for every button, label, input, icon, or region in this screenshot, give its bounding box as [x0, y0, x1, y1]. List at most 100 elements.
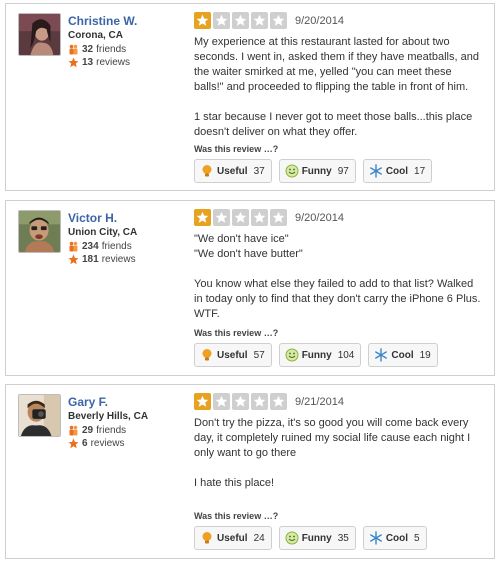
funny-button[interactable]: Funny 35 [278, 526, 356, 550]
useful-button[interactable]: Useful 24 [194, 526, 272, 550]
vote-buttons: Useful 24 Funny 35 Cool 5 [194, 526, 434, 550]
review-paragraph: Don't try the pizza, it's so good you wi… [194, 417, 471, 459]
was-this-review-label: Was this review …? [194, 144, 279, 154]
friends-icon [69, 44, 78, 55]
user-name-link[interactable]: Christine W. [68, 14, 188, 28]
review-card: Christine W. Corona, CA 32 friends 13 re… [5, 3, 495, 191]
user-photo-icon [19, 14, 60, 55]
star-rating: 9/20/2014 [194, 209, 484, 226]
useful-button[interactable]: Useful 57 [194, 343, 272, 367]
review-text: Don't try the pizza, it's so good you wi… [194, 416, 484, 491]
vote-buttons: Useful 57 Funny 104 Cool 19 [194, 343, 445, 367]
review-count-label: reviews [101, 254, 136, 265]
friend-count-label: friends [96, 425, 127, 436]
user-location: Union City, CA [68, 227, 138, 238]
review-count-value: 181 [82, 254, 99, 265]
useful-label: Useful [217, 165, 248, 177]
stars [194, 393, 289, 410]
star-empty-icon [270, 209, 287, 226]
user-photo-icon [19, 395, 60, 436]
avatar[interactable] [18, 394, 61, 437]
star-rating: 9/20/2014 [194, 12, 484, 29]
review-star-icon [68, 438, 79, 449]
funny-label: Funny [301, 532, 332, 544]
cool-button[interactable]: Cool 17 [362, 159, 433, 183]
useful-icon [202, 532, 212, 544]
star-empty-icon [270, 12, 287, 29]
star-empty-icon [270, 393, 287, 410]
cool-label: Cool [385, 532, 409, 544]
user-location: Beverly Hills, CA [68, 411, 149, 422]
funny-icon [285, 531, 299, 545]
review-paragraph: You know what else they failed to add to… [194, 278, 481, 320]
star-empty-icon [232, 12, 249, 29]
friend-count-value: 234 [82, 241, 99, 252]
funny-button[interactable]: Funny 97 [278, 159, 356, 183]
star-empty-icon [213, 209, 230, 226]
was-this-review-label: Was this review …? [194, 328, 279, 338]
funny-button[interactable]: Funny 104 [278, 343, 362, 367]
star-filled-icon [194, 393, 211, 410]
review-date: 9/20/2014 [295, 14, 344, 27]
star-empty-icon [251, 209, 268, 226]
star-empty-icon [213, 393, 230, 410]
star-empty-icon [251, 12, 268, 29]
funny-icon [285, 164, 299, 178]
user-name-link[interactable]: Gary F. [68, 395, 188, 409]
friend-count-value: 32 [82, 44, 94, 55]
cool-icon [375, 348, 388, 362]
review-text: My experience at this restaurant lasted … [194, 35, 484, 140]
star-empty-icon [213, 12, 230, 29]
useful-count: 57 [253, 349, 265, 361]
cool-label: Cool [385, 165, 409, 177]
star-filled-icon [194, 209, 211, 226]
funny-count: 97 [337, 165, 349, 177]
review-paragraph: 1 star because I never got to meet those… [194, 111, 473, 138]
cool-label: Cool [391, 349, 414, 361]
user-location: Corona, CA [68, 30, 123, 41]
review-date: 9/21/2014 [295, 395, 344, 408]
review-star-icon [68, 254, 79, 265]
friend-count-label: friends [96, 44, 127, 55]
funny-count: 104 [337, 349, 355, 361]
funny-label: Funny [301, 349, 332, 361]
review-count: 13 reviews [68, 56, 188, 69]
cool-count: 17 [414, 165, 426, 177]
star-rating: 9/21/2014 [194, 393, 484, 410]
stars [194, 12, 289, 29]
funny-count: 35 [337, 532, 349, 544]
useful-button[interactable]: Useful 37 [194, 159, 272, 183]
avatar[interactable] [18, 210, 61, 253]
review-card: Victor H. Union City, CA 234 friends 181… [5, 200, 495, 376]
cool-icon [369, 531, 382, 545]
review-count-value: 13 [82, 57, 94, 68]
avatar[interactable] [18, 13, 61, 56]
cool-button[interactable]: Cool 5 [362, 526, 427, 550]
review-count-value: 6 [82, 438, 88, 449]
cool-icon [369, 164, 382, 178]
useful-icon [202, 165, 212, 177]
friend-count: 32 friends [68, 43, 188, 56]
review-count: 181 reviews [68, 253, 188, 266]
review-count-label: reviews [96, 57, 131, 68]
review-count: 6 reviews [68, 437, 188, 450]
user-name-link[interactable]: Victor H. [68, 211, 188, 225]
review-text: "We don't have ice" "We don't have butte… [194, 232, 484, 322]
funny-label: Funny [301, 165, 332, 177]
review-star-icon [68, 57, 79, 68]
useful-count: 24 [253, 532, 265, 544]
stars [194, 209, 289, 226]
review-paragraph: I hate this place! [194, 477, 275, 489]
useful-count: 37 [253, 165, 265, 177]
friend-count-value: 29 [82, 425, 94, 436]
user-photo-icon [19, 211, 60, 252]
funny-icon [285, 348, 299, 362]
review-card: Gary F. Beverly Hills, CA 29 friends 6 r… [5, 384, 495, 559]
friend-count-label: friends [101, 241, 132, 252]
friend-count: 29 friends [68, 424, 188, 437]
friend-count: 234 friends [68, 240, 188, 253]
star-empty-icon [251, 393, 268, 410]
review-count-label: reviews [90, 438, 125, 449]
useful-icon [202, 349, 212, 361]
cool-button[interactable]: Cool 19 [368, 343, 438, 367]
